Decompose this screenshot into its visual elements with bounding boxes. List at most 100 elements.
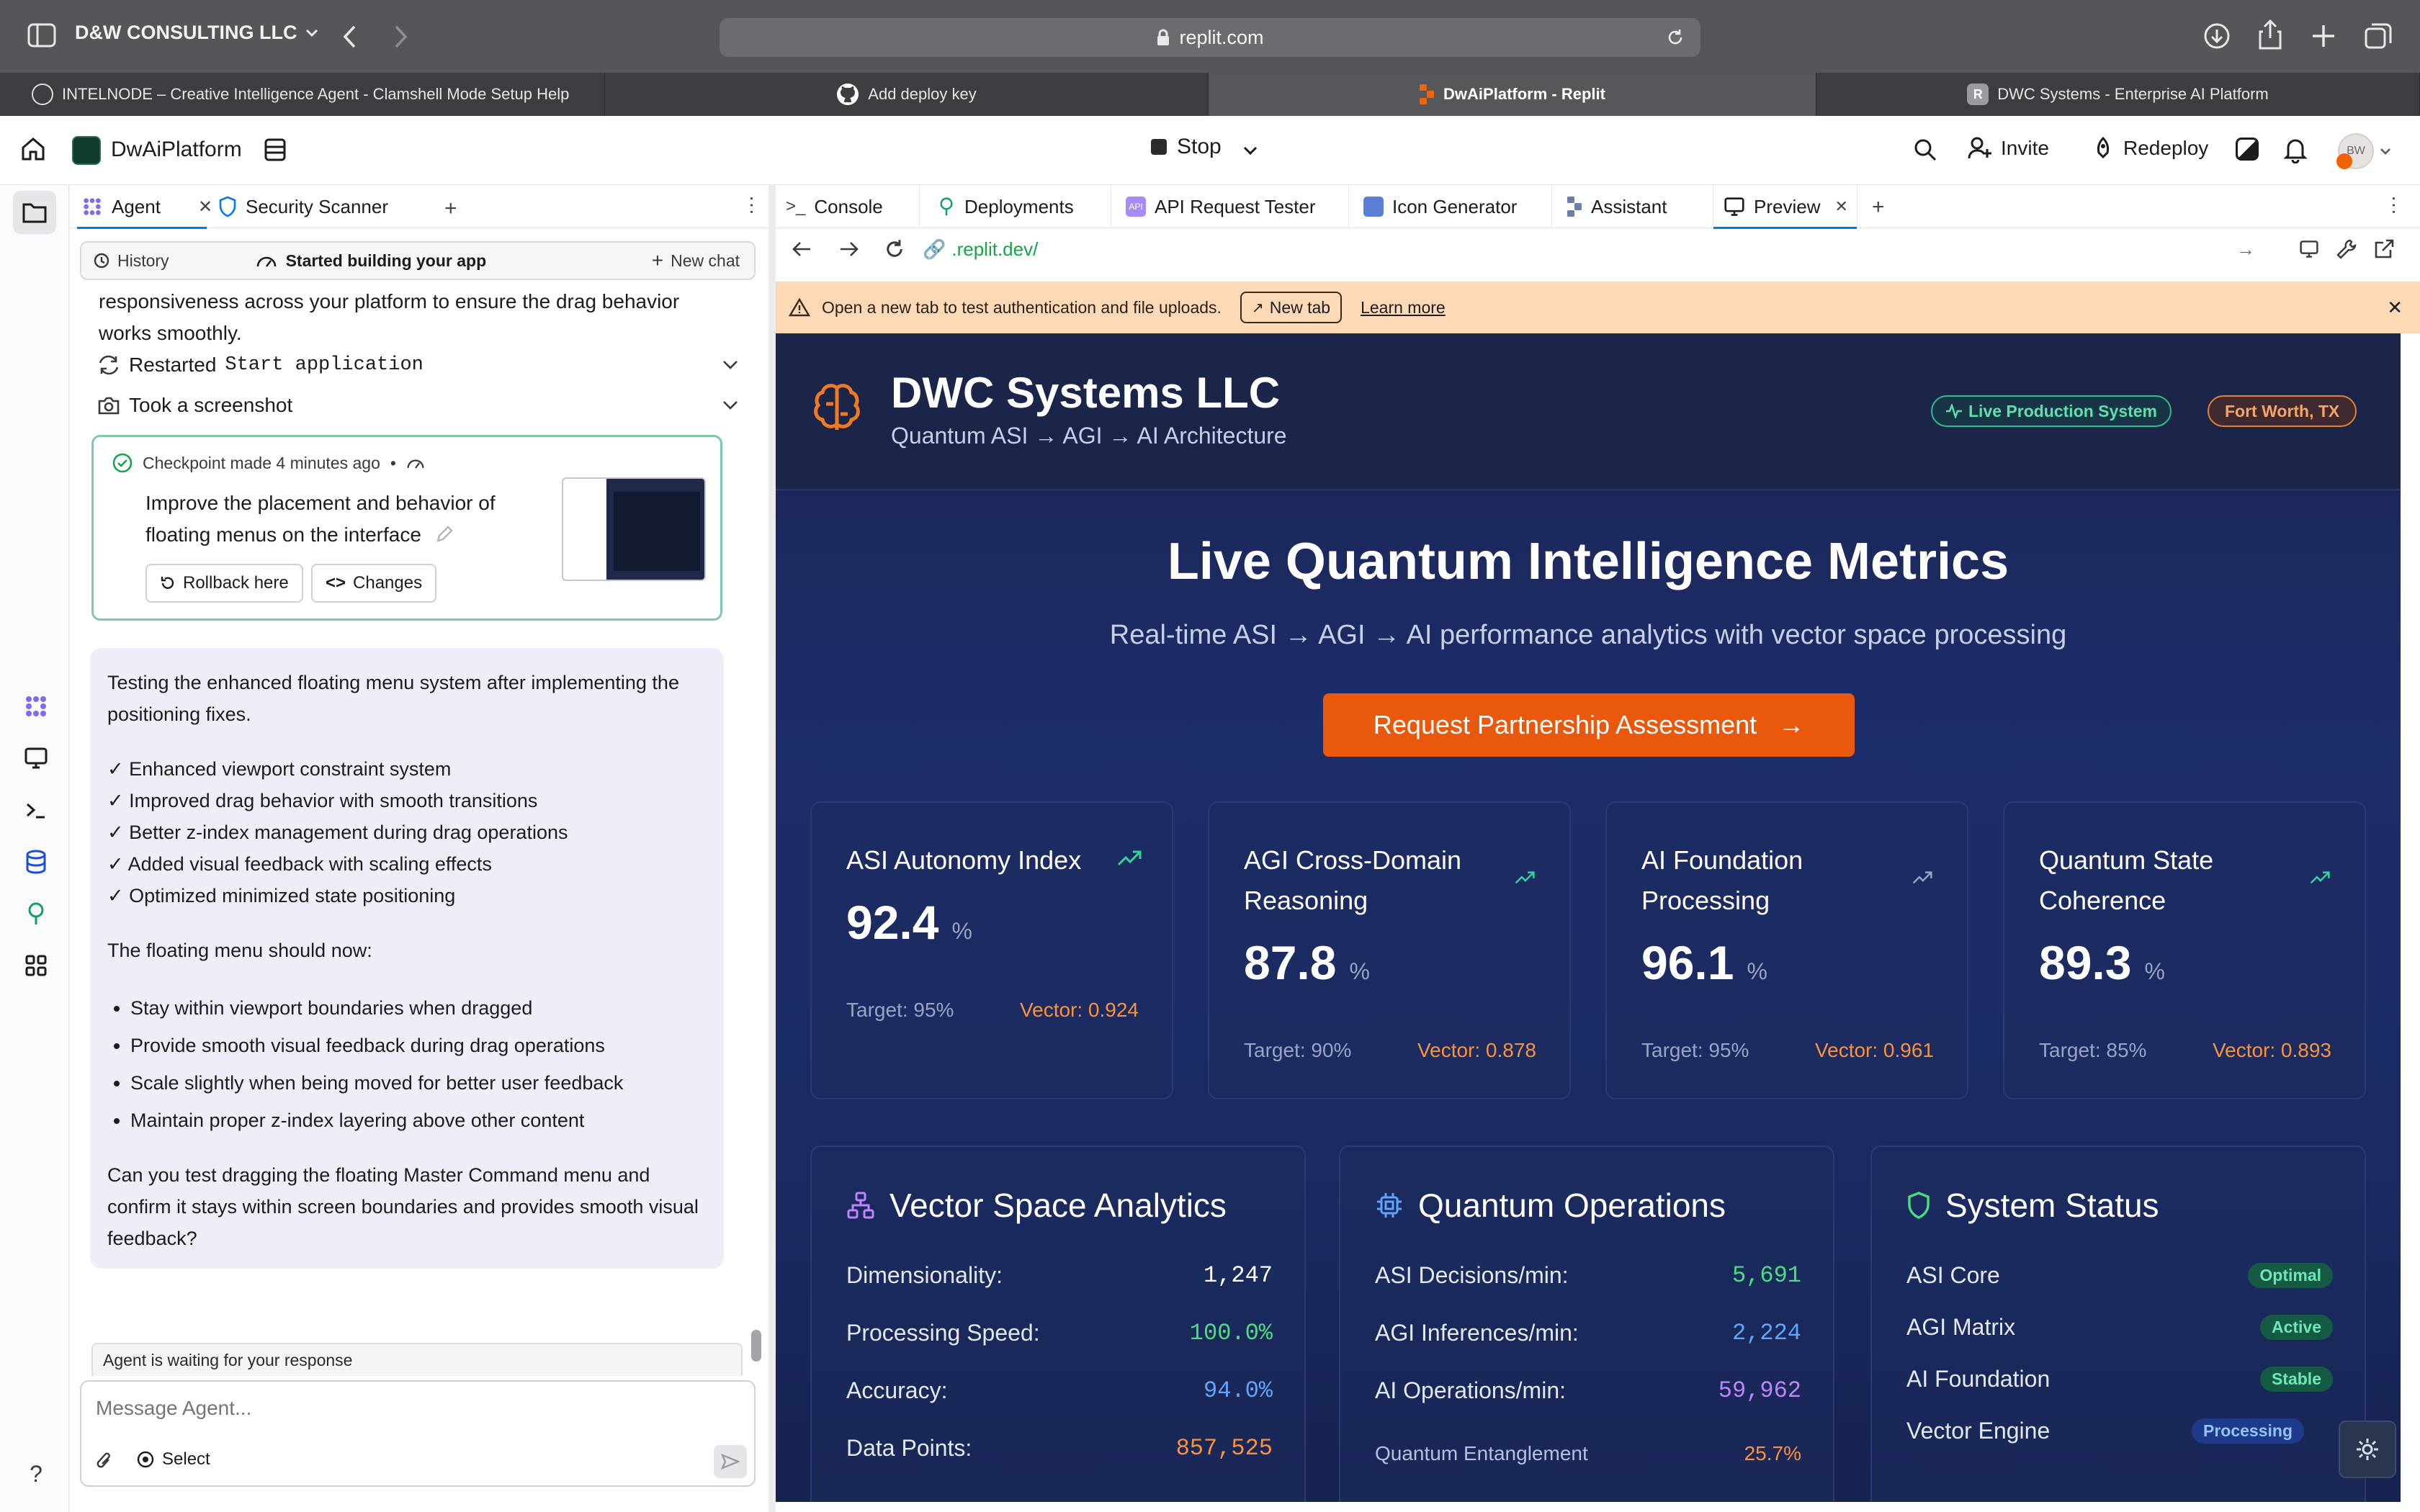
open-external-icon[interactable] <box>2373 238 2395 260</box>
all-tools-grid-icon[interactable] <box>22 951 50 980</box>
preview-reload-icon[interactable] <box>884 238 905 260</box>
camera-icon <box>97 395 120 415</box>
select-element-button[interactable]: Select <box>136 1449 210 1470</box>
go-arrow-icon[interactable]: → <box>2236 238 2255 261</box>
share-icon[interactable] <box>2257 19 2283 50</box>
tab-security-label: Security Scanner <box>246 195 388 217</box>
tab-icon-generator[interactable]: Icon Generator <box>1349 185 1552 228</box>
tab-api-request-tester[interactable]: API API Request Tester <box>1111 185 1349 228</box>
add-tab-plus-icon[interactable]: + <box>1872 195 1885 220</box>
preview-rail-icon[interactable] <box>22 744 50 773</box>
stat-value: 59,962 <box>1718 1377 1801 1404</box>
add-tab-plus-icon[interactable]: + <box>444 197 457 221</box>
tab-assistant[interactable]: Assistant <box>1552 185 1713 228</box>
theme-toggle-icon[interactable] <box>2236 138 2259 161</box>
workflow-name: Start application <box>225 354 424 376</box>
metric-unit: % <box>2144 958 2165 984</box>
stop-button[interactable]: Stop <box>1151 135 1222 159</box>
request-assessment-button[interactable]: Request Partnership Assessment → <box>1323 693 1855 757</box>
database-icon[interactable] <box>264 138 287 162</box>
preview-url-bar[interactable]: 🔗 .replit.dev/ → <box>908 234 2262 264</box>
preview-back-icon[interactable] <box>792 240 812 258</box>
redeploy-button[interactable]: Redeploy <box>2092 136 2208 161</box>
agent-rail-icon[interactable] <box>22 692 50 721</box>
address-bar[interactable]: replit.com <box>720 18 1700 57</box>
reload-icon[interactable] <box>1666 28 1685 47</box>
edit-pencil-icon[interactable] <box>435 525 454 544</box>
new-tab-plus-icon[interactable] <box>2311 23 2336 49</box>
devtools-wrench-icon[interactable] <box>2336 238 2357 260</box>
tab-label: Deployments <box>964 195 1074 217</box>
metric-unit: % <box>951 918 972 944</box>
back-arrow-icon[interactable] <box>341 24 359 49</box>
run-options-chevron-icon[interactable] <box>1243 146 1258 156</box>
browser-tab-intelnode[interactable]: INTELNODE – Creative Intelligence Agent … <box>0 73 605 116</box>
metric-value: 96.1 <box>1641 936 1734 989</box>
checkpoint-thumbnail[interactable] <box>562 477 706 581</box>
browser-tab-deploy-key[interactable]: Add deploy key <box>605 73 1209 116</box>
download-icon[interactable] <box>2202 22 2231 50</box>
pane-resize-handle[interactable] <box>768 185 776 1512</box>
project-name[interactable]: DwAiPlatform <box>111 138 242 162</box>
chat-scrollbar-thumb[interactable] <box>751 1330 761 1362</box>
search-icon[interactable] <box>1913 138 1937 162</box>
more-options-icon[interactable]: ··· <box>741 195 764 215</box>
new-tab-button[interactable]: ↗ New tab <box>1240 292 1343 323</box>
tab-security-scanner[interactable]: Security Scanner <box>218 185 388 228</box>
more-options-icon[interactable]: ··· <box>2383 195 2406 215</box>
close-tab-icon[interactable]: ✕ <box>1834 197 1847 216</box>
deployments-rail-icon[interactable] <box>22 899 50 928</box>
checkpoint-time: Checkpoint made 4 minutes ago <box>143 453 380 472</box>
stat-value: 100.0% <box>1189 1320 1273 1346</box>
stat-row: AGI Inferences/min: 2,224 <box>1375 1320 1801 1346</box>
learn-more-link[interactable]: Learn more <box>1361 298 1446 318</box>
tab-agent[interactable]: Agent ✕ <box>77 185 212 229</box>
forward-arrow-icon[interactable] <box>392 24 409 49</box>
user-avatar[interactable]: BW <box>2336 133 2374 169</box>
rollback-button[interactable]: Rollback here <box>145 564 303 603</box>
preview-forward-icon[interactable] <box>839 240 859 258</box>
help-icon[interactable]: ? <box>22 1459 50 1488</box>
profile-menu[interactable]: D&W CONSULTING LLC <box>75 22 318 44</box>
history-button[interactable]: History <box>93 251 169 271</box>
files-icon[interactable] <box>13 191 56 234</box>
browser-tab-replit[interactable]: DwAiPlatform - Replit <box>1209 73 1816 116</box>
paperclip-icon[interactable] <box>96 1451 113 1472</box>
sidebar-toggle-icon[interactable] <box>27 23 56 48</box>
lock-icon <box>1156 29 1170 46</box>
new-chat-button[interactable]: + New chat <box>652 249 740 272</box>
metric-value-row: 87.8 % <box>1244 935 1370 990</box>
status-badge: Active <box>2259 1315 2333 1340</box>
expand-chevron-icon[interactable] <box>722 400 738 410</box>
deploy-icon <box>2092 136 2115 161</box>
tab-preview[interactable]: Preview ✕ <box>1713 185 1857 229</box>
notice-text: Open a new tab to test authentication an… <box>822 297 1222 317</box>
floating-settings-button[interactable] <box>2339 1421 2396 1478</box>
close-tab-icon[interactable]: ✕ <box>198 197 212 217</box>
expand-chevron-icon[interactable] <box>722 360 738 370</box>
screenshot-label: Took a screenshot <box>129 394 293 416</box>
tab-console[interactable]: >_ Console <box>776 185 920 228</box>
send-button[interactable] <box>714 1445 747 1478</box>
panel-header: Quantum Operations <box>1375 1186 1726 1225</box>
invite-button[interactable]: Invite <box>1968 136 2049 161</box>
entanglement-value: 25.7% <box>1744 1442 1801 1464</box>
history-icon <box>93 252 110 269</box>
tab-label: Icon Generator <box>1392 195 1518 217</box>
speedometer-icon <box>406 456 425 470</box>
screenshot-step[interactable]: Took a screenshot <box>97 394 738 417</box>
device-preview-icon[interactable] <box>2298 240 2320 258</box>
message-input[interactable] <box>96 1392 730 1425</box>
database-rail-icon[interactable] <box>22 847 50 876</box>
tab-overview-icon[interactable] <box>2364 22 2393 50</box>
console-rail-icon[interactable] <box>22 796 50 824</box>
close-notice-icon[interactable]: ✕ <box>2387 297 2403 319</box>
restarted-step[interactable]: Restarted Start application <box>97 354 738 377</box>
browser-tab-dwc-systems[interactable]: R DWC Systems - Enterprise AI Platform <box>1816 73 2420 116</box>
chat-scroll-area[interactable]: responsiveness across your platform to e… <box>70 286 761 1344</box>
notifications-bell-icon[interactable] <box>2283 136 2308 163</box>
account-chevron-icon[interactable] <box>2380 148 2391 156</box>
tab-deployments[interactable]: Deployments <box>920 185 1111 228</box>
home-icon[interactable] <box>20 136 46 162</box>
changes-button[interactable]: <> Changes <box>311 564 437 603</box>
